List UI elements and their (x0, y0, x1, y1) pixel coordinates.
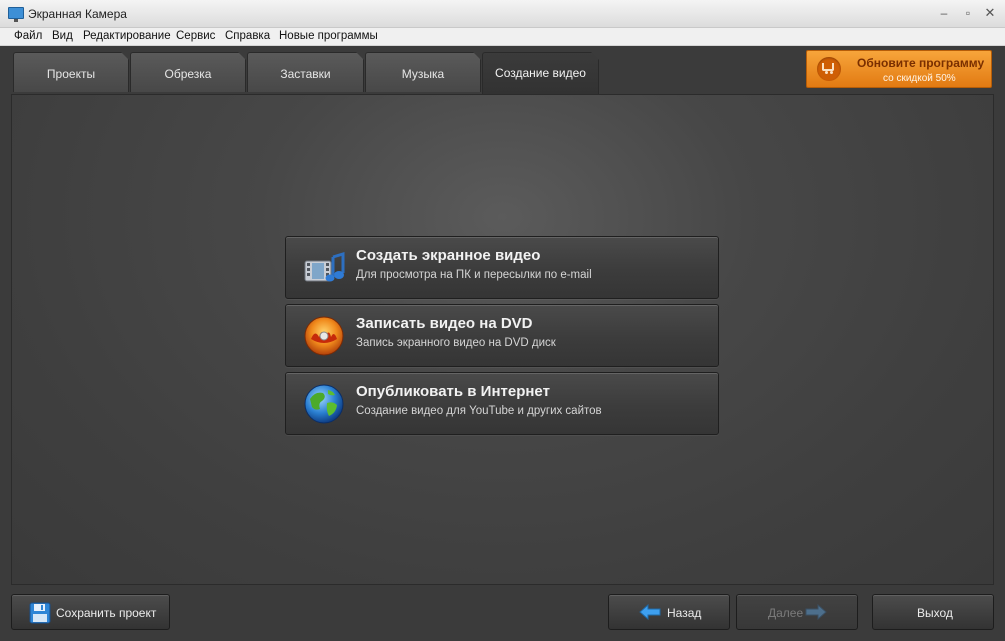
option-title: Создать экранное видео (356, 247, 541, 264)
tab-projects[interactable]: Проекты (13, 52, 129, 92)
menu-file[interactable]: Файл (14, 30, 42, 42)
save-project-button[interactable]: Сохранить проект (11, 594, 170, 630)
maximize-icon[interactable]: ▫ (957, 4, 979, 22)
upgrade-subtitle: со скидкой 50% (883, 73, 956, 84)
film-music-icon (304, 251, 345, 282)
menu-view[interactable]: Вид (52, 30, 73, 42)
option-subtitle: Для просмотра на ПК и пересылки по e-mai… (356, 269, 592, 281)
exit-label: Выход (917, 606, 953, 620)
cart-icon (817, 57, 841, 81)
next-button[interactable]: Далее (736, 594, 858, 630)
menu-help[interactable]: Справка (225, 30, 270, 42)
option-subtitle: Запись экранного видео на DVD диск (356, 337, 556, 349)
upgrade-button[interactable]: Обновите программу со скидкой 50% (806, 50, 992, 88)
menu-new-programs[interactable]: Новые программы (279, 30, 378, 42)
option-title: Записать видео на DVD (356, 315, 533, 332)
menu-edit[interactable]: Редактирование (83, 30, 171, 42)
tab-label: Проекты (46, 67, 96, 81)
minimize-icon[interactable]: ‒ (933, 4, 955, 22)
back-label: Назад (667, 606, 702, 620)
dvd-disc-icon (304, 316, 344, 356)
option-title: Опубликовать в Интернет (356, 383, 550, 400)
work-area: Проекты Обрезка Заставки Музыка Создание… (0, 46, 1005, 641)
next-label: Далее (768, 606, 804, 620)
window-title: Экранная Камера (28, 7, 127, 21)
upgrade-title: Обновите программу (857, 56, 985, 70)
tab-label: Заставки (280, 67, 331, 81)
exit-button[interactable]: Выход (872, 594, 994, 630)
tab-label: Музыка (401, 67, 445, 81)
title-bar: Экранная Камера ‒ ▫ ✕ (0, 0, 1005, 28)
back-button[interactable]: Назад (608, 594, 730, 630)
globe-icon (304, 384, 344, 424)
app-monitor-icon (8, 7, 24, 22)
tab-music[interactable]: Музыка (365, 52, 481, 92)
create-screen-video-button[interactable]: Создать экранное видео Для просмотра на … (285, 236, 719, 299)
tab-intros[interactable]: Заставки (247, 52, 364, 92)
tab-label: Создание видео (495, 66, 586, 80)
save-project-label: Сохранить проект (56, 606, 157, 620)
menu-service[interactable]: Сервис (176, 30, 215, 42)
publish-online-button[interactable]: Опубликовать в Интернет Создание видео д… (285, 372, 719, 435)
close-icon[interactable]: ✕ (979, 4, 1001, 22)
arrow-left-icon (639, 604, 661, 620)
floppy-disk-icon (29, 602, 51, 624)
burn-dvd-button[interactable]: Записать видео на DVD Запись экранного в… (285, 304, 719, 367)
option-subtitle: Создание видео для YouTube и других сайт… (356, 405, 602, 417)
tab-trim[interactable]: Обрезка (130, 52, 246, 92)
menu-bar: Файл Вид Редактирование Сервис Справка Н… (0, 28, 1005, 46)
tab-label: Обрезка (164, 67, 212, 81)
tab-create-video[interactable]: Создание видео (482, 52, 599, 94)
arrow-right-icon (805, 604, 827, 620)
